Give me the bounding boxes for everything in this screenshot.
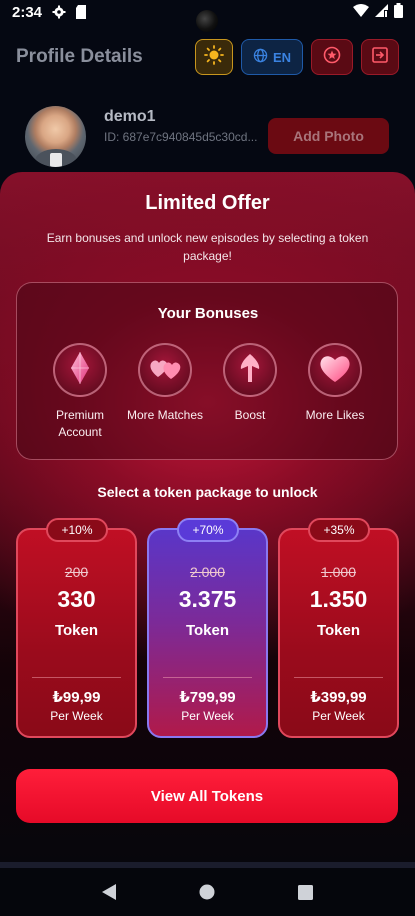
offer-title: Limited Offer (145, 192, 270, 214)
page-title: Profile Details (16, 46, 143, 67)
heart-icon (318, 353, 352, 388)
user-id: ID: 687e7c940845d5c30cd... (104, 130, 258, 144)
bonus-label: More Likes (305, 408, 365, 422)
token-unit: Token (54, 622, 99, 639)
language-label: EN (272, 49, 292, 65)
price-period: Per Week (312, 709, 365, 723)
package-price: ₺799,99 (179, 689, 236, 706)
sd-card-icon (74, 5, 88, 19)
theme-toggle-button[interactable] (195, 39, 233, 75)
token-amount: 3.375 (178, 586, 237, 612)
limited-offer-sheet: Limited Offer Earn bonuses and unlock ne… (0, 172, 415, 862)
price-period: Per Week (50, 709, 103, 723)
signal-icon (375, 3, 388, 21)
package-price: ₺399,99 (310, 689, 367, 706)
package-price: ₺99,99 (52, 689, 101, 706)
view-all-tokens-button[interactable]: View All Tokens (16, 769, 398, 823)
token-unit: Token (185, 622, 230, 639)
bonus-label: Premium Account (55, 408, 104, 439)
bonus-boost: Boost (205, 343, 295, 424)
double-heart-icon (148, 355, 182, 386)
divider (294, 677, 383, 678)
back-icon[interactable] (97, 880, 121, 904)
language-button[interactable]: EN (241, 39, 303, 75)
avatar[interactable] (25, 106, 86, 167)
sun-icon (204, 44, 224, 70)
status-time: 2:34 (12, 3, 43, 21)
bonus-more-matches: More Matches (120, 343, 210, 424)
wifi-icon (353, 3, 369, 21)
recents-icon[interactable] (294, 880, 318, 904)
globe-icon (253, 48, 268, 66)
bonus-premium-account: Premium Account (35, 343, 125, 441)
token-package-card-featured[interactable]: +70% 2.000 3.375 Token ₺799,99 Per Week (147, 518, 268, 738)
logout-icon (371, 46, 389, 69)
star-badge-icon (323, 46, 341, 69)
bonus-label: Boost (234, 408, 266, 422)
bonus-percent-badge: +10% (46, 518, 108, 542)
token-amount: 1.350 (309, 586, 368, 612)
bonus-percent-badge: +35% (308, 518, 370, 542)
diamond-icon (69, 351, 91, 390)
token-package-card[interactable]: +35% 1.000 1.350 Token ₺399,99 Per Week (278, 518, 399, 738)
old-amount: 200 (64, 564, 89, 580)
bonuses-title: Your Bonuses (157, 305, 259, 322)
bonuses-panel: Your Bonuses Premium Account More Matche… (16, 282, 398, 460)
token-unit: Token (316, 622, 361, 639)
bonus-more-likes: More Likes (290, 343, 380, 424)
add-photo-button[interactable]: Add Photo (268, 118, 389, 154)
price-period: Per Week (181, 709, 234, 723)
divider (163, 677, 252, 678)
username: demo1 (104, 108, 156, 125)
offer-description: Earn bonuses and unlock new episodes by … (46, 231, 369, 263)
bonus-label: More Matches (126, 408, 204, 422)
old-amount: 2.000 (189, 564, 226, 580)
profile-row: demo1 ID: 687e7c940845d5c30cd... Add Pho… (0, 100, 415, 172)
header-actions: EN (195, 39, 399, 75)
front-camera (196, 10, 218, 32)
home-icon[interactable] (195, 880, 219, 904)
logout-button[interactable] (361, 39, 399, 75)
settings-gear-icon (52, 5, 66, 19)
divider (32, 677, 121, 678)
bonus-percent-badge: +70% (177, 518, 239, 542)
select-package-title: Select a token package to unlock (97, 484, 318, 500)
battery-icon (394, 2, 403, 22)
token-amount: 330 (57, 586, 96, 612)
arrow-up-icon (238, 353, 262, 388)
old-amount: 1.000 (320, 564, 357, 580)
token-package-card[interactable]: +10% 200 330 Token ₺99,99 Per Week (16, 518, 137, 738)
avatar-collar (50, 153, 62, 167)
system-nav-bar (0, 868, 415, 916)
header: Profile Details EN (0, 36, 415, 78)
premium-button[interactable] (311, 39, 353, 75)
